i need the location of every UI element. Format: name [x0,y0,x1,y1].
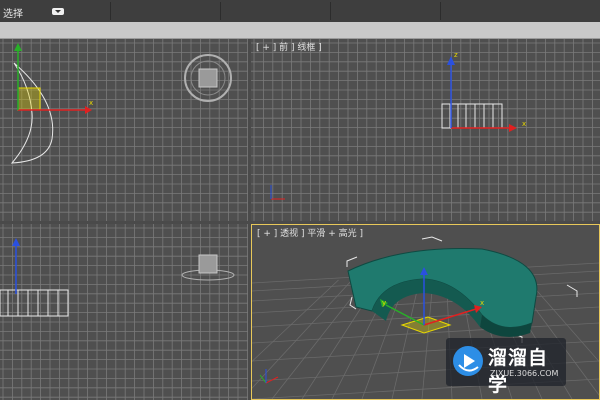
toolbar-divider [440,2,441,20]
ribbon-strip [0,22,600,39]
dropdown-arrow-icon[interactable] [52,8,64,15]
viewport-front[interactable]: x z [ + ] 前 ] 线框 ] [251,39,600,221]
gizmo-plane-handle[interactable] [17,87,41,111]
gizmo-z-label: z [454,51,458,59]
toolbar-divider [220,2,221,20]
gizmo-x-arrow[interactable] [85,106,92,114]
selection-mode-label[interactable]: 选择 [3,5,23,20]
viewport-left[interactable] [0,224,248,400]
gizmo-y-label: y [382,299,386,307]
grid [0,39,248,221]
max-workspace: 选择 x x z [+] 前] 线框] x y [+] 透视] 平… [0,0,600,400]
viewport-front-label[interactable]: [ + ] 前 ] 线框 ] [256,40,322,53]
viewport-top-canvas: x [0,39,248,221]
viewport-left-canvas [0,224,248,400]
viewport-perspective-label[interactable]: [ + ] 透视 ] 平滑 + 高光 ] [257,226,363,239]
viewcube-icon[interactable] [198,68,218,88]
front-segment-lines [449,104,494,128]
toolbar-divider [330,2,331,20]
gizmo-z-arrow[interactable] [12,238,20,246]
main-toolbar: 选择 [0,0,600,23]
toolbar-divider [110,2,111,20]
watermark: 溜溜自学 ZIXUE.3066.COM [446,338,566,396]
gizmo-x-label: x [522,120,526,128]
grid [251,39,600,221]
gizmo-x-label: x [89,99,93,107]
watermark-url: ZIXUE.3066.COM [490,369,559,378]
gizmo-y-arrow[interactable] [14,43,22,51]
gizmo-x-arrow[interactable] [509,124,517,132]
grid [0,224,248,400]
play-logo-icon [453,346,483,376]
viewport-front-canvas: x z [251,39,600,221]
gizmo-y-axis[interactable] [385,304,425,326]
gizmo-x-label: x [480,299,484,307]
viewcube-icon[interactable] [198,254,218,274]
viewport-top[interactable]: x [0,39,248,221]
